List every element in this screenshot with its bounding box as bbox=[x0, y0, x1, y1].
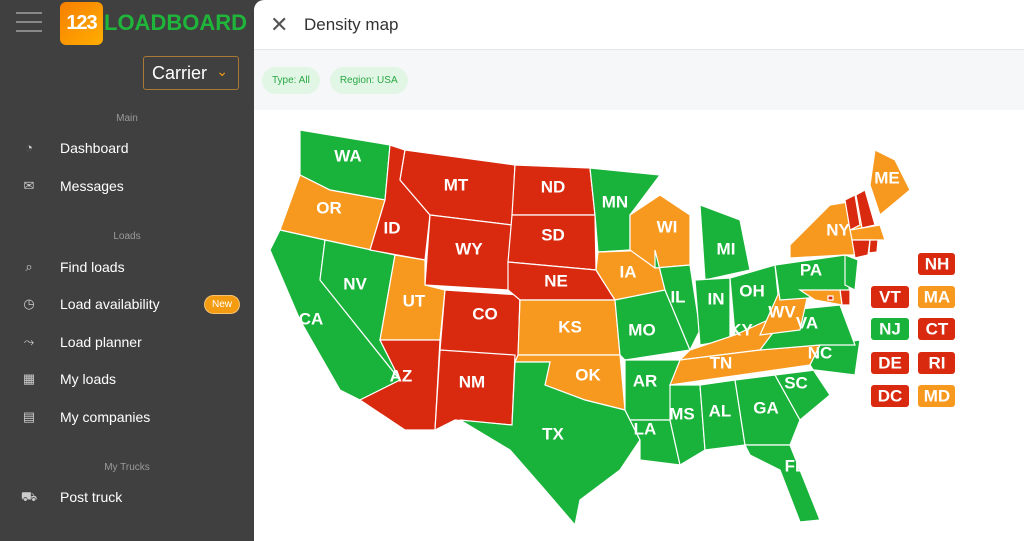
small-state-label: CT bbox=[926, 319, 949, 338]
state-label-nm: NM bbox=[459, 372, 485, 391]
state-label-mn: MN bbox=[602, 192, 628, 211]
small-state-label: DE bbox=[878, 353, 902, 372]
state-label-ia: IA bbox=[620, 262, 637, 281]
state-label-ar: AR bbox=[633, 371, 658, 390]
small-state-label: RI bbox=[929, 353, 946, 372]
state-label-tx: TX bbox=[542, 424, 564, 443]
state-label-sc: SC bbox=[784, 373, 808, 392]
state-label-va: VA bbox=[796, 313, 818, 332]
state-label-sd: SD bbox=[541, 225, 565, 244]
state-label-nc: NC bbox=[808, 343, 833, 362]
state-ri[interactable] bbox=[868, 239, 879, 254]
state-label-or: OR bbox=[316, 198, 342, 217]
state-label-tn: TN bbox=[710, 353, 733, 372]
state-label-ne: NE bbox=[544, 271, 568, 290]
state-label-ny: NY bbox=[826, 220, 850, 239]
state-co[interactable] bbox=[439, 289, 521, 361]
state-label-fl: FL bbox=[785, 456, 806, 475]
state-label-il: IL bbox=[670, 287, 685, 306]
state-ct[interactable] bbox=[851, 239, 871, 259]
state-label-nd: ND bbox=[541, 177, 566, 196]
small-state-label: DC bbox=[878, 386, 903, 405]
state-nj[interactable] bbox=[844, 254, 859, 291]
state-label-nv: NV bbox=[343, 274, 367, 293]
small-state-label: VT bbox=[879, 287, 901, 306]
small-state-label: MA bbox=[924, 287, 950, 306]
state-label-id: ID bbox=[384, 218, 401, 237]
state-in[interactable] bbox=[694, 277, 731, 346]
state-label-az: AZ bbox=[390, 366, 413, 385]
small-state-label: NJ bbox=[879, 319, 901, 338]
state-label-mt: MT bbox=[444, 175, 469, 194]
state-label-wa: WA bbox=[334, 146, 361, 165]
state-label-ks: KS bbox=[558, 317, 582, 336]
state-label-ky: KY bbox=[729, 320, 753, 339]
state-label-pa: PA bbox=[800, 260, 822, 279]
state-label-ok: OK bbox=[575, 365, 601, 384]
state-label-al: AL bbox=[709, 401, 732, 420]
state-label-co: CO bbox=[472, 304, 498, 323]
state-label-wv: WV bbox=[768, 302, 796, 321]
state-label-ga: GA bbox=[753, 398, 779, 417]
small-state-label: NH bbox=[925, 254, 950, 273]
small-state-label: MD bbox=[924, 386, 950, 405]
us-density-map: WA OR CA NV ID MT WY UT CO AZ NM ND SD NE KS OK TX MN IA MO… bbox=[269, 129, 955, 527]
state-label-mi: MI bbox=[717, 239, 736, 258]
state-label-ut: UT bbox=[403, 291, 426, 310]
state-dc[interactable] bbox=[827, 295, 834, 301]
state-label-ca: CA bbox=[299, 309, 324, 328]
state-label-in: IN bbox=[708, 289, 725, 308]
state-label-ms: MS bbox=[669, 404, 695, 423]
state-fl[interactable] bbox=[744, 444, 821, 523]
state-label-mo: MO bbox=[628, 320, 655, 339]
state-label-la: LA bbox=[634, 419, 657, 438]
state-label-wy: WY bbox=[455, 239, 483, 258]
state-label-me: ME bbox=[874, 168, 900, 187]
state-label-wi: WI bbox=[657, 217, 678, 236]
state-label-oh: OH bbox=[739, 281, 765, 300]
